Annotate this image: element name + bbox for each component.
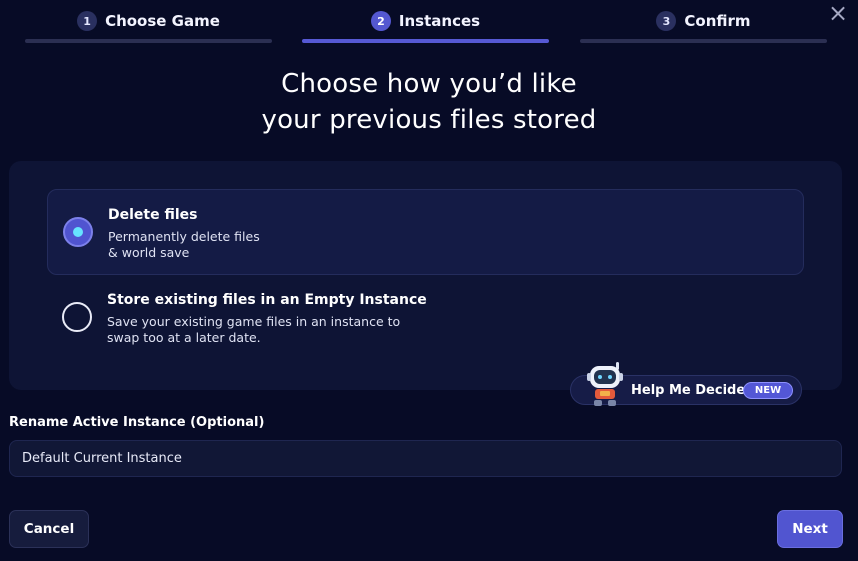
step-number: 2 — [370, 11, 391, 31]
help-label: Help Me Decide — [631, 383, 746, 398]
step-instances[interactable]: 2 Instances — [302, 9, 549, 45]
step-progress-bar — [25, 39, 272, 43]
wizard-dialog: 1 Choose Game 2 Instances 3 Confirm × Ch… — [0, 0, 858, 561]
option-title: Delete files — [108, 207, 198, 223]
step-label: Confirm — [684, 12, 751, 30]
title-line-2: your previous files stored — [261, 105, 597, 135]
rename-instance-label: Rename Active Instance (Optional) — [9, 415, 265, 430]
page-title: Choose how you’d like your previous file… — [0, 66, 858, 138]
step-number: 3 — [656, 11, 677, 31]
robot-icon — [587, 362, 623, 406]
new-badge: NEW — [743, 382, 793, 399]
next-button[interactable]: Next — [777, 510, 843, 548]
cancel-button[interactable]: Cancel — [9, 510, 89, 548]
option-description: Permanently delete files & world save — [108, 229, 260, 260]
step-label: Choose Game — [105, 12, 220, 30]
step-progress-bar — [580, 39, 827, 43]
step-head: 2 Instances — [302, 9, 549, 33]
title-line-1: Choose how you’d like — [281, 69, 577, 99]
option-store-empty-instance[interactable]: Store existing files in an Empty Instanc… — [47, 275, 804, 361]
radio-button-selected[interactable] — [63, 217, 93, 247]
close-icon[interactable]: × — [828, 1, 848, 25]
option-description: Save your existing game files in an inst… — [107, 314, 401, 345]
option-title: Store existing files in an Empty Instanc… — [107, 292, 427, 308]
option-delete-files[interactable]: Delete files Permanently delete files & … — [47, 189, 804, 275]
step-number: 1 — [77, 11, 98, 31]
step-confirm[interactable]: 3 Confirm — [580, 9, 827, 45]
options-panel: Delete files Permanently delete files & … — [9, 161, 842, 390]
radio-button[interactable] — [62, 302, 92, 332]
step-head: 3 Confirm — [580, 9, 827, 33]
step-head: 1 Choose Game — [25, 9, 272, 33]
step-choose-game[interactable]: 1 Choose Game — [25, 9, 272, 45]
radio-dot — [73, 227, 83, 237]
step-progress-bar — [302, 39, 549, 43]
step-label: Instances — [398, 12, 481, 30]
rename-instance-input[interactable] — [9, 440, 842, 477]
